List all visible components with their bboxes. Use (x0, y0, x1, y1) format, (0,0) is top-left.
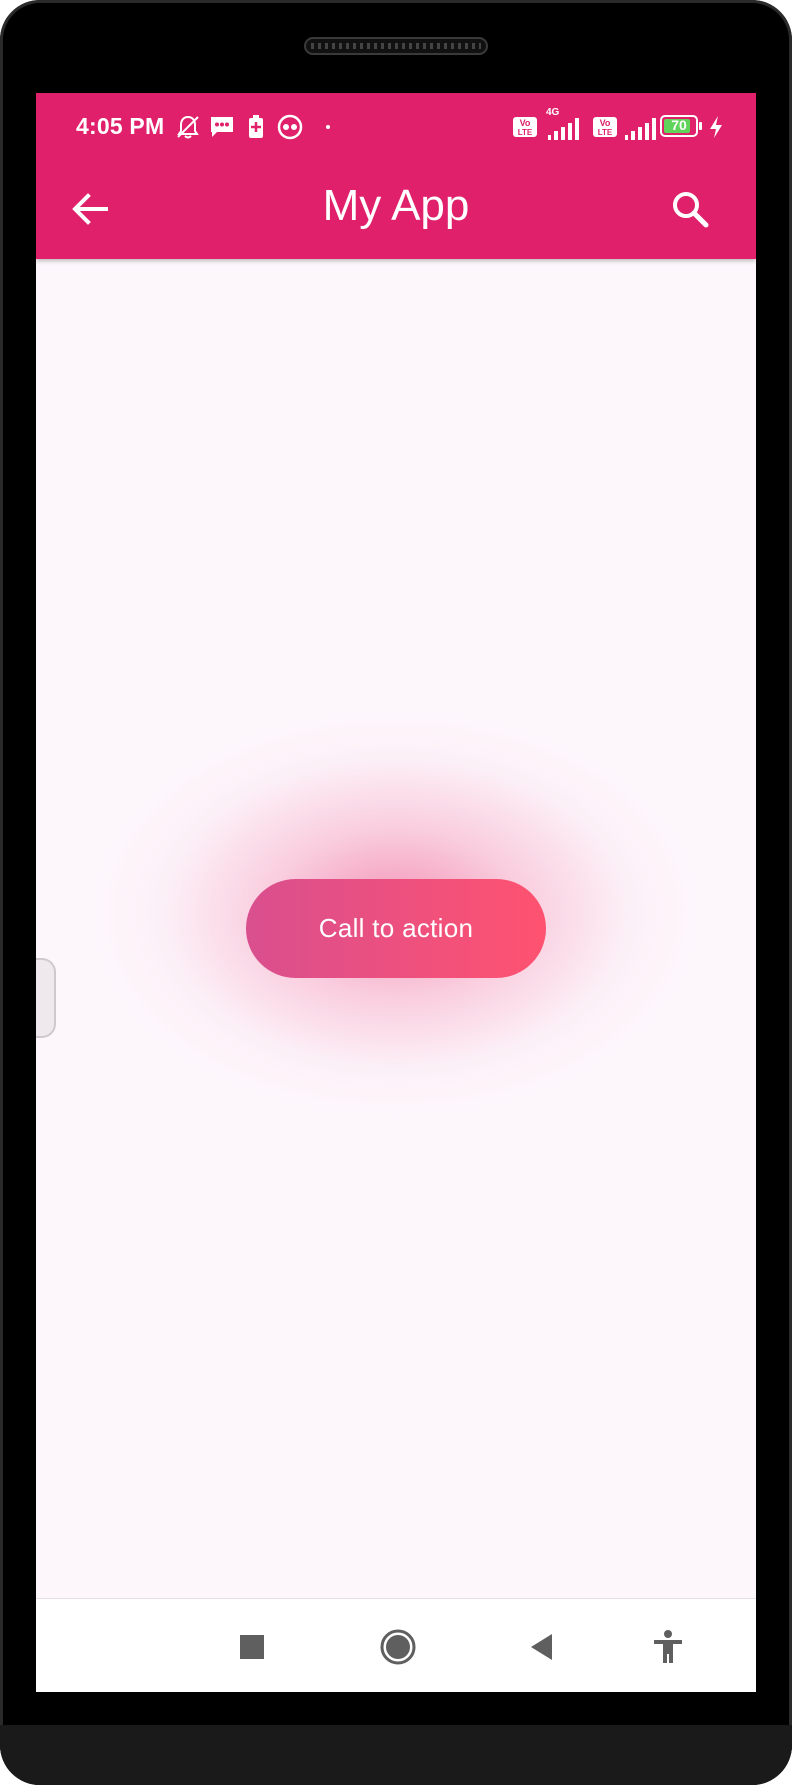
home-circle-icon (380, 1629, 416, 1665)
dot-icon (326, 125, 330, 129)
volte-icon: Vo LTE (513, 117, 537, 137)
app-bar: 4:05 PM Vo LTE 4G Vo LTE 70 My App (36, 93, 756, 259)
phone-bottom-bezel (0, 1725, 792, 1785)
call-to-action-button[interactable]: Call to action (246, 879, 546, 978)
bell-off-icon (177, 115, 199, 139)
toolbar: My App (36, 159, 756, 259)
page-title: My App (322, 181, 470, 230)
signal-icon (625, 118, 656, 140)
search-icon (673, 192, 709, 228)
battery-icon: 70 (660, 115, 704, 139)
edge-panel-handle[interactable] (36, 958, 56, 1038)
battery-level: 70 (671, 117, 687, 133)
speaker-grille (304, 37, 488, 55)
screen: 4:05 PM Vo LTE 4G Vo LTE 70 My App Call … (36, 93, 756, 1692)
signal-4g: 4G (546, 107, 586, 143)
system-nav-bar (36, 1598, 756, 1692)
status-time: 4:05 PM (76, 113, 165, 139)
svg-text:LTE: LTE (518, 128, 533, 137)
charging-icon (710, 116, 722, 138)
recents-button[interactable] (232, 1627, 272, 1667)
game-controller-icon (277, 114, 303, 140)
signal-icon (548, 118, 579, 140)
accessibility-button[interactable] (648, 1627, 688, 1667)
svg-text:LTE: LTE (598, 128, 613, 137)
battery-saver-icon (249, 115, 263, 138)
message-icon (211, 117, 233, 137)
svg-text:Vo: Vo (600, 118, 611, 128)
recents-square-icon (240, 1635, 264, 1659)
home-button[interactable] (374, 1623, 422, 1671)
volte-icon: Vo LTE (593, 117, 617, 137)
back-triangle-icon (531, 1634, 552, 1660)
accessibility-icon (654, 1630, 682, 1663)
search-button[interactable] (666, 185, 714, 233)
status-bar: 4:05 PM Vo LTE 4G Vo LTE 70 (36, 93, 756, 159)
back-nav-button[interactable] (522, 1627, 562, 1667)
svg-text:Vo: Vo (520, 118, 531, 128)
phone-frame: 4:05 PM Vo LTE 4G Vo LTE 70 My App Call … (0, 0, 792, 1785)
